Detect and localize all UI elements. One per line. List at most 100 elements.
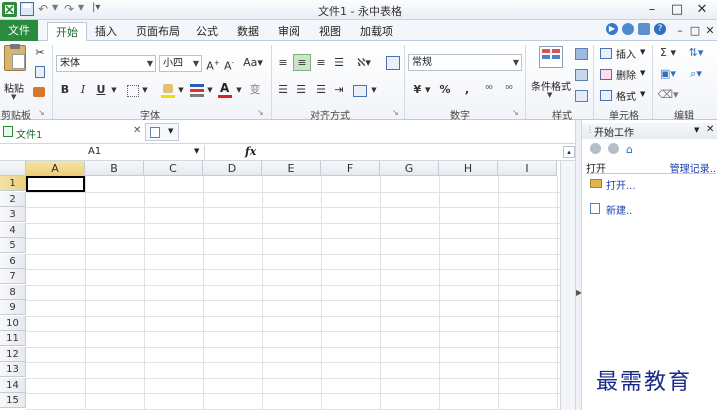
doc-close-button[interactable]: ✕ [700,22,717,39]
row-header[interactable]: 3 [0,207,26,222]
underline-button[interactable]: U [94,82,108,99]
refresh-icon[interactable] [622,23,634,35]
help-icon[interactable]: ? [654,23,666,35]
new-doc-button[interactable]: ▼ [145,123,179,141]
percent-button[interactable]: % [438,82,452,99]
row-header[interactable]: 8 [0,285,26,300]
indent-icon[interactable]: ⇥ [331,82,347,99]
format-cells-icon[interactable] [600,90,612,101]
delete-cells-button[interactable]: 删除 [616,67,636,82]
nav-forward-icon[interactable]: ▶ [606,23,618,35]
italic-button[interactable]: I [76,82,90,99]
select-all-corner[interactable] [0,161,26,176]
clipboard-launcher-icon[interactable]: ↘ [38,108,45,117]
close-button[interactable]: ✕ [692,1,712,18]
merge-center-icon[interactable] [353,85,367,97]
row-header[interactable]: 11 [0,331,26,346]
comma-button[interactable]: , [462,82,472,99]
row-header[interactable]: 12 [0,347,26,362]
pane-home-icon[interactable]: ⌂ [626,143,633,156]
increase-decimal-icon[interactable]: ⁰⁰ [480,82,498,99]
merge-center-dropdown-icon[interactable]: ▼ [370,82,378,99]
minimize-button[interactable]: – [642,1,662,18]
doc-tab-name[interactable]: 文件1 [16,126,42,141]
row-header[interactable]: 9 [0,300,26,315]
pane-forward-icon[interactable] [608,143,619,154]
row-header[interactable]: 2 [0,192,26,207]
font-size-select[interactable]: 小四 ▼ [159,55,202,72]
undo-dropdown-icon[interactable]: ▼ [52,3,58,12]
delete-cells-icon[interactable] [600,69,612,80]
doc-tab-close-button[interactable]: ✕ [133,125,141,136]
save-icon[interactable] [20,2,34,16]
align-center-icon[interactable]: ☰ [293,82,309,99]
tab-addins[interactable]: 加载项 [352,22,401,41]
cut-icon[interactable]: ✂ [32,45,48,62]
fx-icon[interactable]: fx [245,145,256,158]
fill-color-icon[interactable] [161,83,175,98]
row-header[interactable]: 14 [0,378,26,393]
fill-icon[interactable]: ▣▾ [656,66,680,83]
fill-dropdown-icon[interactable]: ▼ [177,82,185,99]
manage-records-link[interactable]: 管理记录.. [670,160,716,175]
column-header[interactable]: A [26,161,85,176]
align-right-icon[interactable]: ☰ [313,82,329,99]
column-header[interactable]: D [203,161,262,176]
sort-filter-icon[interactable]: ⇅▾ [684,45,708,62]
bold-button[interactable]: B [58,82,72,99]
open-link[interactable]: 打开... [606,177,636,192]
font-color-dropdown-icon[interactable]: ▼ [235,82,243,99]
paste-dropdown-icon[interactable]: ▼ [11,93,16,101]
wrap-text-icon[interactable]: ☰ [331,55,347,72]
phonetic-icon[interactable]: 变 [246,82,264,99]
align-middle-icon[interactable]: ≡ [293,54,311,71]
border-dropdown-icon[interactable]: ▼ [141,82,149,99]
underline-dropdown-icon[interactable]: ▼ [110,82,118,99]
delete-dropdown-icon[interactable]: ▼ [640,69,645,77]
conditional-format-icon[interactable] [539,46,563,68]
skin-icon[interactable] [638,23,650,35]
redo-dropdown-icon[interactable]: ▼ [78,3,84,12]
find-icon[interactable]: ⌕▾ [684,66,708,83]
font-color-bars-icon[interactable] [190,84,204,97]
tab-view[interactable]: 视图 [311,22,349,41]
font-color-bars-dropdown-icon[interactable]: ▼ [206,82,214,99]
decrease-decimal-icon[interactable]: ⁰⁰ [500,82,518,99]
border-icon[interactable] [127,85,139,97]
row-header[interactable]: 7 [0,269,26,284]
task-pane-menu-icon[interactable]: ▼ [694,126,699,134]
undo-icon[interactable]: ↶ [38,2,48,16]
sum-icon[interactable]: Σ ▾ [656,45,680,62]
redo-icon[interactable]: ↷ [64,2,74,16]
format-cells-button[interactable]: 格式 [616,88,636,103]
insert-cells-button[interactable]: 插入 [616,46,636,61]
customize-toolbar-icon[interactable]: |▾ [92,2,100,13]
change-case-icon[interactable]: Aa▾ [240,55,266,72]
name-box[interactable]: A1 ▼ [0,145,205,160]
currency-icon[interactable]: ¥ ▾ [410,82,434,99]
tab-review[interactable]: 审阅 [270,22,308,41]
tab-formula[interactable]: 公式 [188,22,226,41]
row-header[interactable]: 15 [0,393,26,408]
orientation-icon[interactable]: ℵ▾ [351,55,377,72]
grow-font-icon[interactable]: A+ [206,55,220,73]
insert-cells-icon[interactable] [600,48,612,59]
row-header[interactable]: 4 [0,223,26,238]
column-header[interactable]: E [262,161,321,176]
column-header[interactable]: F [321,161,380,176]
insert-dropdown-icon[interactable]: ▼ [640,48,645,56]
align-bottom-icon[interactable]: ≡ [313,55,329,72]
restore-button[interactable]: □ [667,1,687,18]
selected-cell[interactable] [26,176,85,192]
shrink-font-icon[interactable]: A- [222,55,236,73]
tab-data[interactable]: 数据 [229,22,267,41]
number-format-select[interactable]: 常规 ▼ [408,54,522,71]
tab-home[interactable]: 开始 [47,22,87,42]
row-header[interactable]: 5 [0,238,26,253]
font-launcher-icon[interactable]: ↘ [257,108,264,117]
column-header[interactable]: C [144,161,203,176]
align-left-icon[interactable]: ☰ [275,82,291,99]
format-painter-icon[interactable] [33,87,45,97]
spreadsheet-grid[interactable]: ABCDEFGHI 1 2 3 4 5 6 7 8 9 10 11 12 13 14 15 [0,161,560,410]
alignment-launcher-icon[interactable]: ↘ [392,108,399,117]
